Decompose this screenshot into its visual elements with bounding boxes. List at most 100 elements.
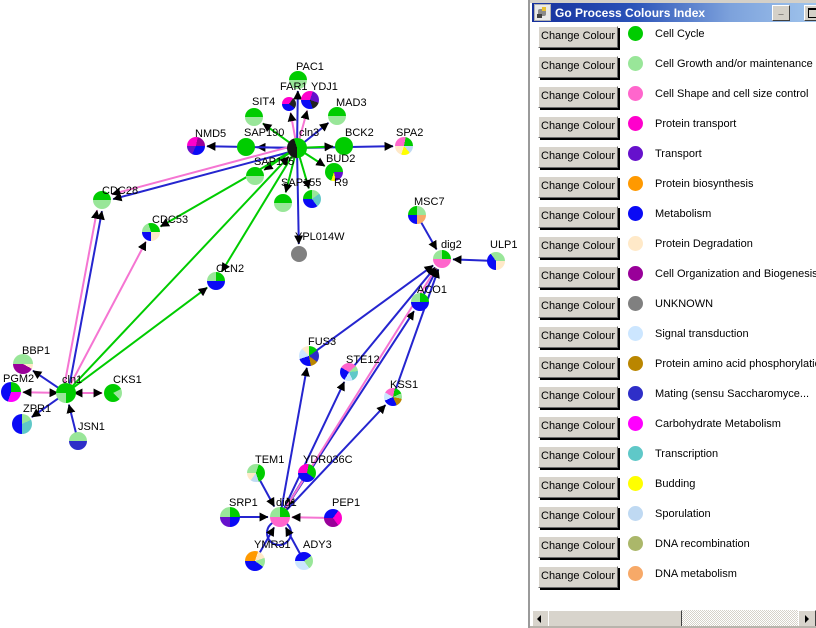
node-label-FAR1: FAR1 xyxy=(280,82,308,93)
change-colour-button[interactable]: Change Colour xyxy=(538,236,618,258)
node-SPA2[interactable] xyxy=(395,137,413,155)
colour-swatch xyxy=(628,416,643,431)
legend-item-label: Cell Organization and Biogenesis xyxy=(655,268,816,280)
network-edge-cln1-CDC28 xyxy=(65,210,98,384)
node-label-BBP1: BBP1 xyxy=(22,346,50,357)
node-TEM1[interactable] xyxy=(247,464,265,482)
node-label-YDR036C: YDR036C xyxy=(303,455,353,466)
node-dig2[interactable] xyxy=(433,250,451,268)
network-edges xyxy=(0,0,528,628)
change-colour-button[interactable]: Change Colour xyxy=(538,56,618,78)
node-FAR1[interactable] xyxy=(282,97,296,111)
colour-swatch xyxy=(628,26,643,41)
node-SAP185[interactable] xyxy=(246,167,264,185)
legend-row: Change Colour Protein Degradation xyxy=(530,233,816,263)
node-label-ZPR1: ZPR1 xyxy=(23,404,51,415)
change-colour-button[interactable]: Change Colour xyxy=(538,506,618,528)
legend-row: Change ColourCell Cycle xyxy=(530,23,816,53)
maximize-button[interactable] xyxy=(804,5,816,21)
node-FUS3[interactable] xyxy=(299,346,319,366)
legend-item-label: Mating (sensu Saccharomyce... xyxy=(655,388,809,400)
node-cln1[interactable] xyxy=(56,383,76,403)
legend-row: Change ColourCarbohydrate Metabolism xyxy=(530,413,816,443)
node-YMR31[interactable] xyxy=(245,551,265,571)
legend-row: Change ColourTranscription xyxy=(530,443,816,473)
change-colour-button[interactable]: Change Colour xyxy=(538,446,618,468)
node-label-dig1: dig1 xyxy=(276,498,297,509)
scroll-left-icon xyxy=(537,615,541,623)
node-cln3[interactable] xyxy=(287,138,307,158)
node-ADY3[interactable] xyxy=(295,552,313,570)
change-colour-button[interactable]: Change Colour xyxy=(538,356,618,378)
node-label-YDJ1: YDJ1 xyxy=(311,82,338,93)
colour-swatch xyxy=(628,386,643,401)
change-colour-button[interactable]: Change Colour xyxy=(538,386,618,408)
window-title: Go Process Colours Index xyxy=(555,6,705,20)
change-colour-button[interactable]: Change Colour xyxy=(538,206,618,228)
colour-swatch xyxy=(628,566,643,581)
node-SAP190[interactable] xyxy=(237,138,255,156)
node-label-NMD5: NMD5 xyxy=(195,129,226,140)
change-colour-button[interactable]: Change Colour xyxy=(538,566,618,588)
change-colour-button[interactable]: Change Colour xyxy=(538,296,618,318)
node-JSN1[interactable] xyxy=(69,432,87,450)
node-YDJ1[interactable] xyxy=(301,91,319,109)
node-SRP1[interactable] xyxy=(220,507,240,527)
legend-item-label: Protein biosynthesis xyxy=(655,178,753,190)
change-colour-button[interactable]: Change Colour xyxy=(538,26,618,48)
colour-swatch xyxy=(628,446,643,461)
node-label-BCK2: BCK2 xyxy=(345,128,374,139)
change-colour-button[interactable]: Change Colour xyxy=(538,416,618,438)
node-PEP1[interactable] xyxy=(324,509,342,527)
legend-row: Change Colour Mating (sensu Saccharomyce.… xyxy=(530,383,816,413)
horizontal-scrollbar[interactable] xyxy=(532,610,816,626)
legend-item-label: UNKNOWN xyxy=(655,298,713,310)
network-edge-PEP1-dig1 xyxy=(292,517,326,518)
node-label-TEM1: TEM1 xyxy=(255,455,284,466)
change-colour-button[interactable]: Change Colour xyxy=(538,536,618,558)
legend-item-label: Cell Shape and cell size control xyxy=(655,88,808,100)
change-colour-button[interactable]: Change Colour xyxy=(538,266,618,288)
legend-row: Change Colour Protein transport xyxy=(530,113,816,143)
legend-row: Change ColourSignal transduction xyxy=(530,323,816,353)
node-BBP1[interactable] xyxy=(13,354,33,374)
change-colour-button[interactable]: Change Colour xyxy=(538,116,618,138)
colour-swatch xyxy=(628,536,643,551)
node-YPL014W[interactable] xyxy=(291,246,307,262)
colour-swatch xyxy=(628,476,643,491)
minimize-button[interactable]: _ xyxy=(772,5,790,21)
node-label-YMR31: YMR31 xyxy=(254,540,291,551)
node-CKS1[interactable] xyxy=(104,384,122,402)
change-colour-button[interactable]: Change Colour xyxy=(538,146,618,168)
legend-item-label: Protein transport xyxy=(655,118,736,130)
network-canvas: PAC1FAR1YDJ1SIT4MAD3NMD5SAP190cln3BCK2SP… xyxy=(0,0,528,628)
node-label-SAP185: SAP185 xyxy=(254,157,294,168)
node-dig1[interactable] xyxy=(270,507,290,527)
change-colour-button[interactable]: Change Colour xyxy=(538,326,618,348)
legend-item-label: Sporulation xyxy=(655,508,711,520)
node-label-PAC1: PAC1 xyxy=(296,62,324,73)
network-edge-cln3-PAC1 xyxy=(297,91,298,140)
change-colour-button[interactable]: Change Colour xyxy=(538,86,618,108)
node-ULP1[interactable] xyxy=(487,252,505,270)
colour-swatch xyxy=(628,206,643,221)
change-colour-button[interactable]: Change Colour xyxy=(538,476,618,498)
node-label-SIT4: SIT4 xyxy=(252,97,275,108)
go-process-colours-window: Go Process Colours Index _ Change Colour… xyxy=(528,0,816,628)
legend-row: Change Colour DNA metabolism xyxy=(530,563,816,593)
network-edge-JSN1-cln1 xyxy=(69,405,76,435)
legend-item-label: DNA metabolism xyxy=(655,568,737,580)
legend-item-label: Protein Degradation xyxy=(655,238,753,250)
node-MSC7[interactable] xyxy=(408,206,426,224)
legend-row: Change ColourMetabolism xyxy=(530,203,816,233)
node-PGM2[interactable] xyxy=(1,382,21,402)
node-label-ACO1: ACO1 xyxy=(417,285,447,296)
node-label-CKS1: CKS1 xyxy=(113,375,142,386)
node-R9[interactable] xyxy=(303,190,321,208)
node-SIT4[interactable] xyxy=(245,108,263,126)
node-ZPR1[interactable] xyxy=(12,414,32,434)
node-YDR036C[interactable] xyxy=(298,464,316,482)
node-MAD3[interactable] xyxy=(328,107,346,125)
node-SAP155[interactable] xyxy=(274,194,292,212)
change-colour-button[interactable]: Change Colour xyxy=(538,176,618,198)
